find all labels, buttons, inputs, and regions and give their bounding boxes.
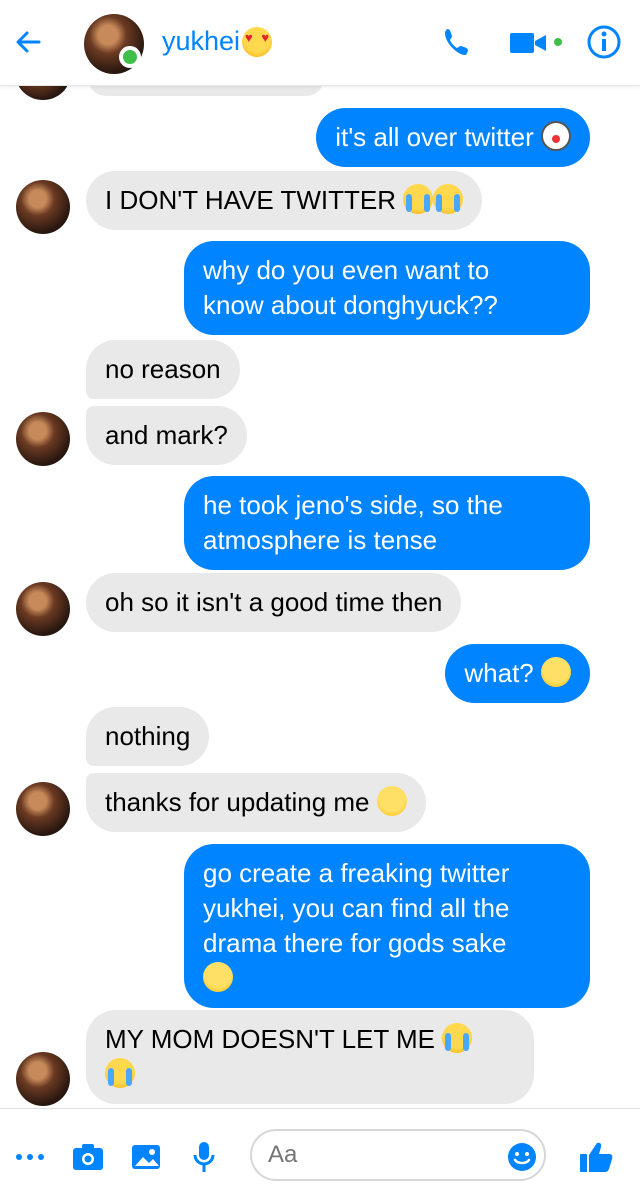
contact-name-text: yukhei (162, 26, 241, 56)
message-bubble-outgoing[interactable]: what? (445, 644, 590, 703)
emoji-icon[interactable] (504, 1139, 540, 1175)
message-text: I DON'T HAVE TWITTER (105, 185, 396, 215)
sender-avatar (16, 180, 70, 234)
message-input[interactable] (250, 1129, 546, 1181)
message-bubble-outgoing[interactable]: it's all over twitter (316, 108, 590, 167)
gallery-icon[interactable] (128, 1139, 164, 1175)
camera-icon[interactable] (70, 1139, 106, 1175)
message-bubble-outgoing[interactable]: go create a freaking twitter yukhei, you… (184, 844, 590, 1008)
video-call-icon[interactable] (508, 28, 548, 58)
message-text-line: know about donghyuck?? (203, 290, 498, 320)
message-text-line: he took jeno's side, so the (203, 490, 503, 520)
info-icon[interactable] (586, 24, 622, 60)
sender-avatar (16, 1052, 70, 1106)
message-text-line: go create a freaking twitter (203, 858, 510, 888)
message-text: thanks for updating me (105, 787, 370, 817)
chat-header: yukhei (0, 0, 640, 86)
message-text-line: yukhei, you can find all the (203, 893, 510, 923)
sender-avatar (16, 582, 70, 636)
microphone-icon[interactable] (186, 1139, 222, 1175)
sender-avatar (16, 412, 70, 466)
message-bubble-incoming[interactable]: oh so it isn't a good time then (86, 573, 462, 632)
heart-eyes-emoji (242, 26, 273, 57)
message-bubble-outgoing[interactable]: he took jeno's side, so the atmosphere i… (184, 476, 590, 570)
composer-bar (0, 1108, 640, 1200)
thumbs-up-icon[interactable] (578, 1139, 614, 1175)
eye-roll-emoji (203, 962, 233, 992)
message-text: and mark? (105, 420, 228, 450)
crying-emoji (433, 184, 464, 214)
crying-emoji (403, 184, 434, 214)
message-bubble-incoming[interactable]: thanks for updating me (86, 773, 426, 832)
message-text: nothing (105, 721, 191, 751)
message-bubble-incoming[interactable]: MY MOM DOESN'T LET ME (86, 1010, 534, 1104)
message-text: no reason (105, 354, 221, 384)
online-status-indicator (119, 46, 141, 68)
message-text: it's all over twitter (335, 122, 534, 152)
message-text: what? (464, 658, 534, 688)
message-text-line: atmosphere is tense (203, 525, 438, 555)
crying-emoji (442, 1023, 473, 1053)
message-text-line: why do you even want to (203, 255, 490, 285)
contact-name[interactable]: yukhei (162, 26, 273, 57)
message-bubble-incoming[interactable]: no reason (86, 340, 240, 399)
message-text-line: drama there for gods sake (203, 928, 507, 958)
phone-call-icon[interactable] (438, 24, 474, 60)
message-bubble-outgoing[interactable]: why do you even want to know about dongh… (184, 241, 590, 335)
back-arrow-icon[interactable] (10, 24, 46, 60)
kissing-emoji (376, 786, 407, 816)
message-text: MY MOM DOESN'T LET ME (105, 1024, 436, 1054)
raised-eyebrow-emoji (541, 657, 571, 687)
clown-emoji (541, 121, 571, 151)
crying-emoji (105, 1058, 135, 1088)
more-options-icon[interactable] (12, 1139, 48, 1175)
message-bubble-incoming[interactable]: nothing (86, 707, 210, 766)
sender-avatar (16, 782, 70, 836)
message-text: oh so it isn't a good time then (105, 587, 443, 617)
message-bubble-incoming[interactable]: and mark? (86, 406, 247, 465)
video-active-dot (554, 38, 562, 46)
message-bubble-incoming[interactable]: I DON'T HAVE TWITTER (86, 171, 483, 230)
